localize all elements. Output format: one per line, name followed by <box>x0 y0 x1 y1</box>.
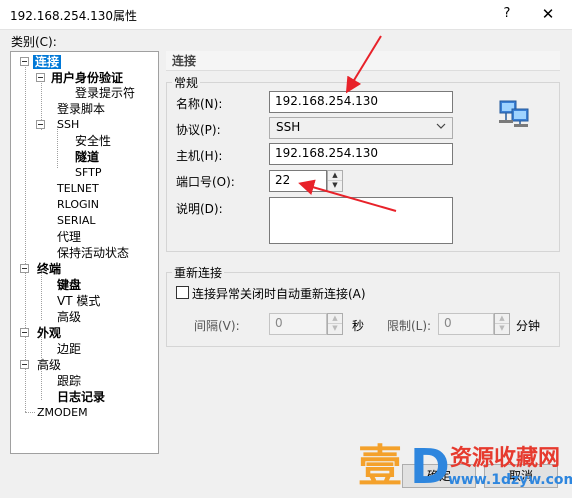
watermark-url: www.1dzyw.com <box>448 472 572 488</box>
arrow-to-name <box>345 35 382 94</box>
annotation-arrows <box>298 35 397 212</box>
watermark-d: D <box>410 439 450 495</box>
properties-dialog: 192.168.254.130属性 ? ✕ 类别(C): 连接 用户身份验证 登… <box>0 0 572 498</box>
arrow-to-port <box>298 179 397 212</box>
watermark-site-name: 资源收藏网 <box>450 446 561 471</box>
watermark-char: 壹 <box>358 441 402 492</box>
watermark-logo: 壹 D 资源收藏网 www.1dzyw.com <box>358 438 572 498</box>
